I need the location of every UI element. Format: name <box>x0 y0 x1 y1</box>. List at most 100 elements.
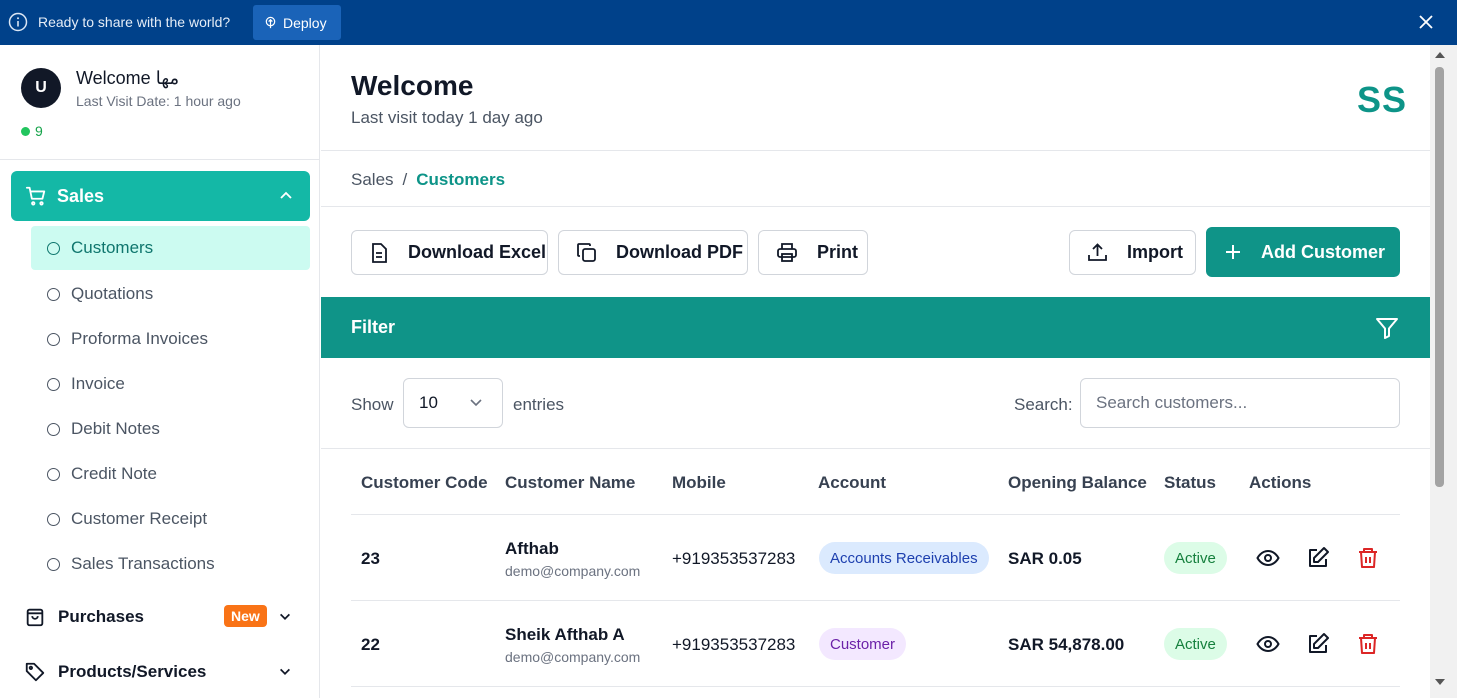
sidebar-item-label: Customers <box>71 238 154 257</box>
breadcrumb-current: Customers <box>416 170 506 189</box>
column-header-actions: Actions <box>1249 473 1312 492</box>
main-content: Welcome Last visit today 1 day ago SS Sa… <box>321 45 1430 698</box>
edit-icon[interactable] <box>1306 546 1330 570</box>
deploy-icon <box>265 16 276 29</box>
column-header-status[interactable]: Status <box>1164 473 1216 493</box>
import-label: Import <box>1127 242 1183 262</box>
printer-icon <box>777 243 797 262</box>
circle-icon <box>47 332 60 346</box>
status-badge: Active <box>1164 628 1227 660</box>
column-header-account[interactable]: Account <box>818 473 886 493</box>
sidebar-group-purchases[interactable]: Purchases New <box>24 602 300 632</box>
sidebar-group-products[interactable]: Products/Services <box>24 657 300 687</box>
brand-logo: SS <box>1357 79 1408 120</box>
row-divider <box>351 686 1400 687</box>
sidebar-group-label: Products/Services <box>58 662 207 681</box>
banner-message: Ready to share with the world? <box>38 14 231 30</box>
sidebar-item-invoice[interactable]: Invoice <box>31 362 310 406</box>
scroll-up-icon[interactable] <box>1435 52 1445 58</box>
sidebar-item-label: Sales Transactions <box>71 554 215 573</box>
trash-icon[interactable] <box>1356 546 1380 570</box>
customer-name[interactable]: Sheik Afthab A <box>505 625 625 645</box>
breadcrumb-divider <box>321 206 1430 207</box>
breadcrumb: Sales / Customers <box>351 170 505 190</box>
page-subtitle: Last visit today 1 day ago <box>351 108 543 127</box>
sidebar-item-label: Customer Receipt <box>71 509 208 528</box>
sidebar-item-proforma-invoices[interactable]: Proforma Invoices <box>31 317 310 361</box>
copy-icon <box>577 243 596 262</box>
online-dot-icon <box>21 126 30 136</box>
sidebar-item-credit-note[interactable]: Credit Note <box>31 452 310 496</box>
avatar[interactable]: U <box>21 68 61 108</box>
chevron-down-icon <box>280 613 290 620</box>
chevron-down-icon <box>280 668 290 675</box>
sidebar-group-sales[interactable]: Sales <box>11 171 310 221</box>
customer-mobile: +919353537283 <box>672 549 796 568</box>
trash-icon[interactable] <box>1356 632 1380 656</box>
filter-bar[interactable]: Filter <box>321 297 1430 358</box>
add-customer-button[interactable]: Add Customer <box>1206 227 1400 277</box>
column-header-code[interactable]: Customer Code <box>361 473 488 493</box>
customer-email: demo@company.com <box>505 563 641 579</box>
online-indicator: 9 <box>21 123 43 139</box>
search-input[interactable] <box>1080 378 1400 428</box>
scrollbar-thumb[interactable] <box>1435 67 1444 487</box>
add-customer-label: Add Customer <box>1261 241 1386 262</box>
customer-name[interactable]: Afthab <box>505 539 559 559</box>
import-button[interactable]: Import <box>1069 230 1196 275</box>
close-icon[interactable] <box>1416 12 1436 32</box>
tag-icon <box>25 662 45 682</box>
row-divider <box>351 600 1400 601</box>
print-button[interactable]: Print <box>758 230 868 275</box>
customer-code: 23 <box>361 549 380 568</box>
user-last-visit: Last Visit Date: 1 hour ago <box>76 93 241 109</box>
download-excel-button[interactable]: Download Excel <box>351 230 548 275</box>
column-header-balance[interactable]: Opening Balance <box>1008 473 1147 493</box>
sidebar-item-debit-notes[interactable]: Debit Notes <box>31 407 310 451</box>
sidebar-item-label: Proforma Invoices <box>71 329 208 348</box>
entries-select[interactable]: 10 <box>403 378 503 428</box>
sidebar-item-quotations[interactable]: Quotations <box>31 272 310 316</box>
column-header-name[interactable]: Customer Name <box>505 473 635 493</box>
scrollbar[interactable] <box>1430 45 1457 698</box>
column-header-mobile[interactable]: Mobile <box>672 473 726 493</box>
plus-icon <box>1226 245 1240 259</box>
sidebar: U Welcome مها Last Visit Date: 1 hour ag… <box>0 45 320 698</box>
circle-icon <box>47 241 60 255</box>
new-badge: New <box>224 605 267 627</box>
deploy-button[interactable]: Deploy <box>253 5 341 40</box>
scroll-down-icon[interactable] <box>1435 679 1445 685</box>
status-badge: Active <box>1164 542 1227 574</box>
download-excel-label: Download Excel <box>408 242 547 262</box>
account-badge: Accounts Receivables <box>819 542 989 574</box>
circle-icon <box>47 557 60 571</box>
opening-balance: SAR 54,878.00 <box>1008 635 1125 654</box>
search-label: Search: <box>1014 395 1073 414</box>
breadcrumb-separator: / <box>402 170 408 189</box>
shopping-bag-icon <box>26 608 44 627</box>
print-label: Print <box>817 242 859 262</box>
sidebar-item-sales-transactions[interactable]: Sales Transactions <box>31 542 310 586</box>
customer-mobile: +919353537283 <box>672 635 796 654</box>
info-icon <box>8 12 28 32</box>
eye-icon[interactable] <box>1256 546 1280 570</box>
filter-icon[interactable] <box>1375 316 1399 340</box>
header-divider <box>321 150 1430 151</box>
circle-icon <box>47 467 60 481</box>
eye-icon[interactable] <box>1256 632 1280 656</box>
entries-label: entries <box>513 395 565 414</box>
sidebar-item-customers[interactable]: Customers <box>31 226 310 270</box>
chevron-up-icon <box>280 191 292 199</box>
cart-icon <box>25 186 46 206</box>
controls-divider <box>321 448 1430 449</box>
opening-balance: SAR 0.05 <box>1008 549 1082 568</box>
sidebar-item-customer-receipt[interactable]: Customer Receipt <box>31 497 310 541</box>
sidebar-item-label: Quotations <box>71 284 154 303</box>
circle-icon <box>47 377 60 391</box>
show-label: Show <box>351 395 394 414</box>
edit-icon[interactable] <box>1306 632 1330 656</box>
breadcrumb-root[interactable]: Sales <box>351 170 394 190</box>
download-pdf-button[interactable]: Download PDF <box>558 230 748 275</box>
sidebar-group-label: Purchases <box>58 607 144 626</box>
entries-value: 10 <box>419 393 438 412</box>
